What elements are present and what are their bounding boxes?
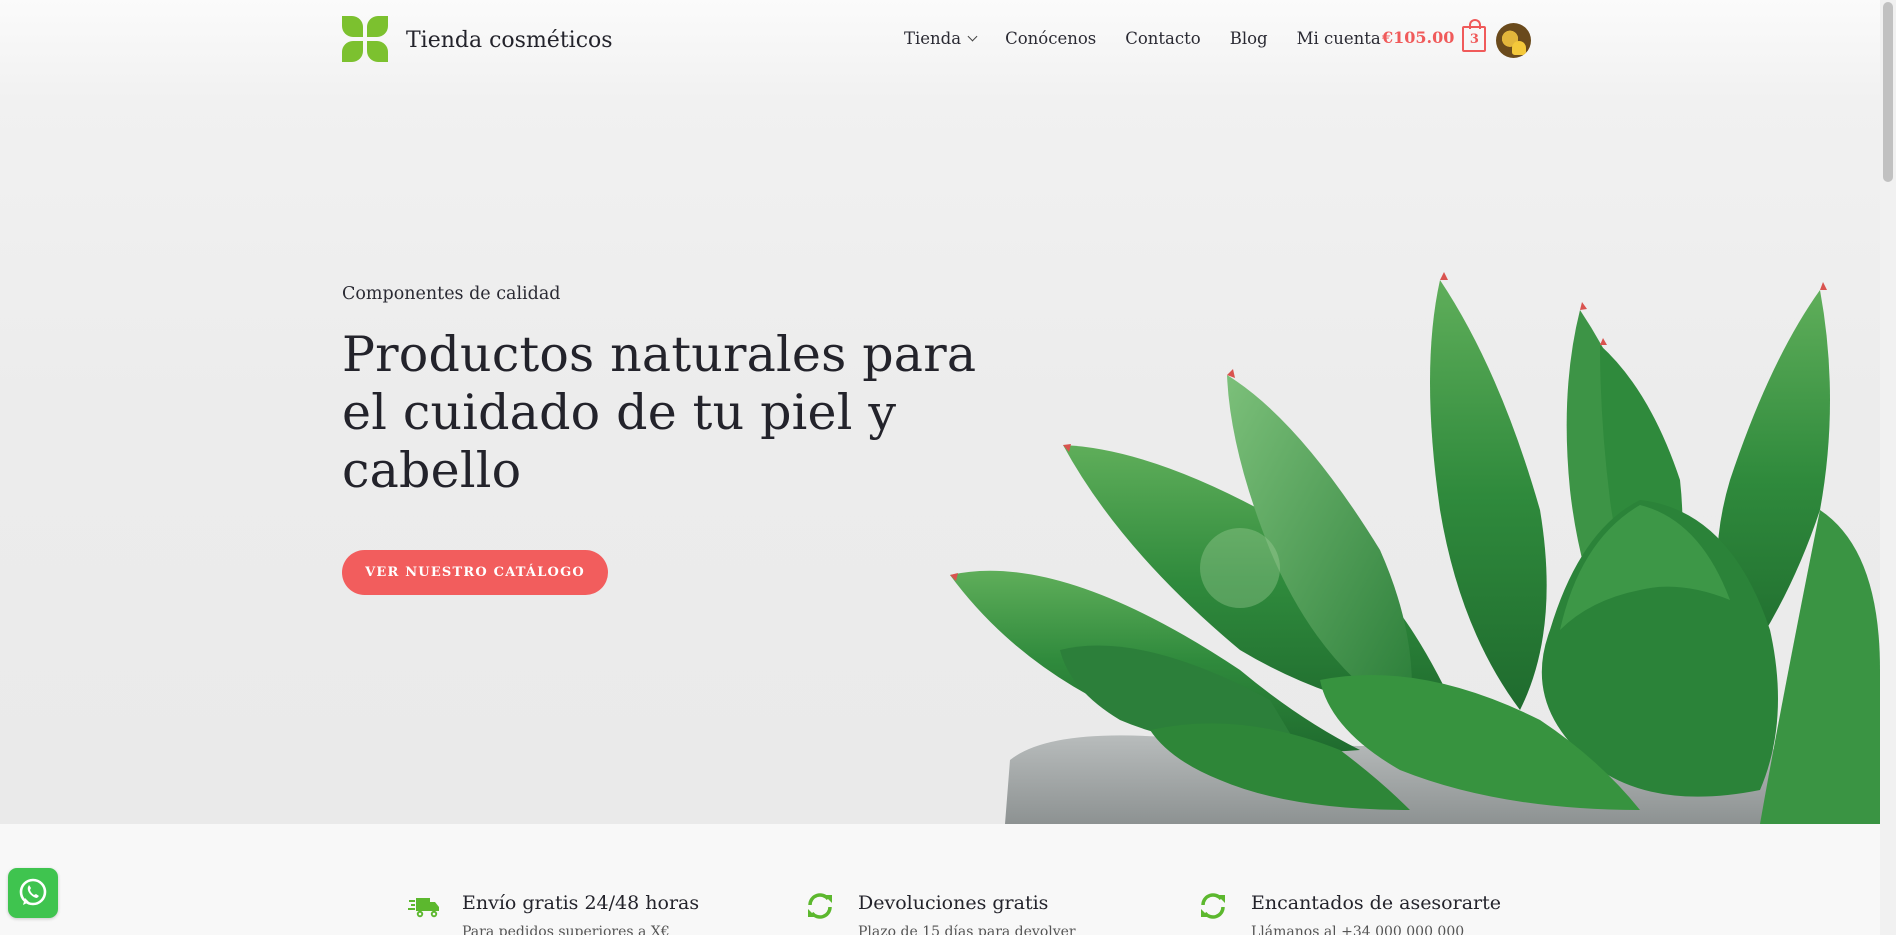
nav-item-label: Mi cuenta bbox=[1296, 29, 1381, 48]
vertical-scrollbar[interactable] bbox=[1880, 0, 1896, 935]
refresh-icon bbox=[1201, 893, 1225, 919]
page: Tienda cosméticos Tienda Conócenos Conta… bbox=[0, 0, 1880, 935]
nav-item-label: Blog bbox=[1229, 29, 1268, 48]
nav-item-contacto[interactable]: Contacto bbox=[1125, 29, 1200, 48]
nav-item-blog[interactable]: Blog bbox=[1230, 29, 1268, 48]
refresh-icon bbox=[808, 893, 832, 919]
feature-subtitle: Para pedidos superiores a X€ bbox=[462, 924, 670, 935]
whatsapp-button[interactable] bbox=[8, 868, 58, 918]
clover-logo-icon bbox=[342, 16, 390, 64]
scrollbar-thumb[interactable] bbox=[1883, 2, 1893, 182]
cart-button[interactable]: €105.00 3 bbox=[1382, 19, 1487, 52]
whatsapp-icon bbox=[19, 878, 47, 906]
hero-kicker: Componentes de calidad bbox=[342, 284, 561, 304]
shopping-bag-icon: 3 bbox=[1462, 19, 1487, 52]
feature-subtitle: Llámanos al +34 000 000 000 bbox=[1251, 924, 1465, 935]
nav-item-label: Tienda bbox=[904, 29, 962, 48]
site-header: Tienda cosméticos Tienda Conócenos Conta… bbox=[0, 0, 1880, 82]
feature-title: Encantados de asesorarte bbox=[1251, 892, 1501, 914]
user-avatar[interactable] bbox=[1496, 23, 1531, 58]
nav-item-label: Contacto bbox=[1125, 29, 1201, 48]
feature-returns: Devoluciones gratis Plazo de 15 días par… bbox=[804, 892, 1076, 935]
nav-item-mi-cuenta[interactable]: Mi cuenta bbox=[1297, 29, 1381, 48]
truck-icon bbox=[408, 898, 439, 918]
feature-advice: Encantados de asesorarte Llámanos al +34… bbox=[1197, 892, 1501, 935]
nav-item-tienda[interactable]: Tienda bbox=[904, 29, 978, 48]
hero-headline: Productos naturales para el cuidado de t… bbox=[342, 326, 977, 499]
chevron-down-icon bbox=[967, 31, 978, 42]
feature-subtitle: Plazo de 15 días para devolver bbox=[858, 924, 1076, 935]
cart-count: 3 bbox=[1469, 31, 1479, 47]
nav-item-conocenos[interactable]: Conócenos bbox=[1005, 29, 1096, 48]
site-logo[interactable]: Tienda cosméticos bbox=[342, 16, 613, 64]
cart-total: €105.00 bbox=[1382, 27, 1455, 47]
feature-title: Devoluciones gratis bbox=[858, 892, 1049, 914]
succulent-plant-image bbox=[950, 272, 1880, 824]
site-title[interactable]: Tienda cosméticos bbox=[406, 28, 613, 53]
feature-title: Envío gratis 24/48 horas bbox=[462, 892, 700, 914]
nav-item-label: Conócenos bbox=[1005, 29, 1097, 48]
catalog-button[interactable]: Ver nuestro catálogo bbox=[342, 550, 608, 595]
main-nav: Tienda Conócenos Contacto Blog Mi cuenta bbox=[904, 29, 1410, 48]
feature-shipping: Envío gratis 24/48 horas Para pedidos su… bbox=[408, 892, 699, 935]
